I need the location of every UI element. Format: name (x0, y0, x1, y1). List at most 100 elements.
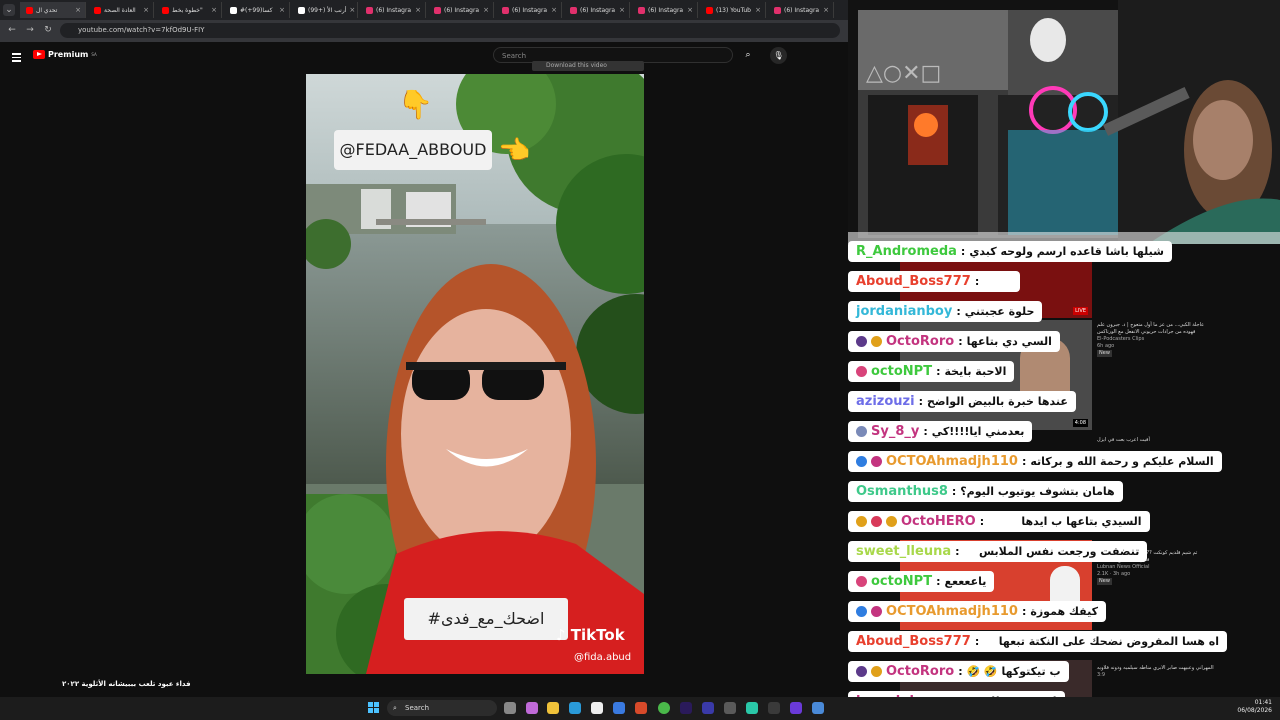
chat-message-text: شيلها باشا قاعده ارسم ولوحه كبدي (969, 245, 1164, 258)
close-tab-icon[interactable]: × (483, 6, 489, 14)
url-field[interactable]: youtube.com/watch?v=7kfOd9U-FIY (60, 23, 840, 38)
forward-icon[interactable]: → (24, 24, 36, 36)
close-tab-icon[interactable]: × (349, 6, 355, 14)
windows-start-icon[interactable] (368, 702, 380, 714)
chat-username[interactable]: OctoHERO (901, 514, 976, 529)
chat-separator: : (979, 515, 985, 528)
chat-separator: : (958, 335, 963, 348)
chat-username[interactable]: octoNPT (871, 574, 932, 589)
tab-title: (6) Instagra (648, 6, 684, 14)
chat-username[interactable]: OctoRoro (886, 664, 954, 679)
chat-username[interactable]: Osmanthus8 (856, 484, 948, 499)
tab-search-button[interactable]: ⌄ (3, 4, 15, 16)
chat-username[interactable]: jordanianboy (856, 304, 952, 319)
app-icon-6[interactable] (790, 702, 802, 714)
close-tab-icon[interactable]: × (415, 6, 421, 14)
chat-message-text: اه هسا المفروض نضحك على النكتة تبعها (998, 635, 1219, 648)
file-explorer-icon[interactable] (547, 702, 559, 714)
chat-username[interactable]: OCTOAhmadjh110 (886, 454, 1018, 469)
close-tab-icon[interactable]: × (143, 6, 149, 14)
task-view-icon[interactable] (504, 702, 516, 714)
chat-message-text: ب تيكتوكها (1001, 665, 1061, 678)
chat-badge-icon (871, 666, 882, 677)
browser-tab[interactable]: #كسا(99+) × (224, 2, 290, 18)
browser-tab[interactable]: العادة الصحة × (88, 2, 154, 18)
logo-text: Premium (48, 50, 89, 59)
close-tab-icon[interactable]: × (619, 6, 625, 14)
video-player[interactable]: @FEDAA_ABBOUD 👇 👈 #اضحك_مع_فدى ♪ TikTok … (306, 74, 644, 674)
chat-message: sweet_lleuna : 😜 تنضفت ورجعت نفس الملابس (848, 541, 1148, 562)
browser-tab[interactable]: (13) YouTub × (700, 2, 766, 18)
chat-message-text: حلوة عجبتني (964, 305, 1035, 318)
app-icon-3[interactable] (724, 702, 736, 714)
store-icon[interactable] (591, 702, 603, 714)
browser-tab[interactable]: (6) Instagra × (632, 2, 698, 18)
browser-tab[interactable]: (99+) أرنب الأ × (292, 2, 358, 18)
youtube-logo[interactable]: Premium SA (33, 50, 97, 59)
chat-badge-icon (856, 666, 867, 677)
edge-icon[interactable] (569, 702, 581, 714)
tab-favicon-icon (706, 6, 713, 14)
search-icon[interactable]: ⌕ (737, 47, 759, 63)
chat-username[interactable]: OCTOAhmadjh110 (886, 604, 1018, 619)
chat-separator: : (1021, 455, 1027, 468)
browser-tab[interactable]: (6) Instagra × (360, 2, 426, 18)
download-video-button[interactable]: Download this video (532, 61, 644, 71)
app-icon-1[interactable] (635, 702, 647, 714)
clock-date: 06/08/2026 (1237, 707, 1272, 714)
app-icon-2[interactable] (702, 702, 714, 714)
chat-username[interactable]: Aboud_Boss777 (856, 274, 971, 289)
chat-separator: : (951, 485, 957, 498)
tab-favicon-icon (94, 6, 101, 14)
app-icon-5[interactable] (768, 702, 780, 714)
browser-tab[interactable]: (6) Instagra × (428, 2, 494, 18)
chat-message: Aboud_Boss777 : 😒 اه هسا المفروض نضحك على… (848, 631, 1227, 652)
premiere-icon[interactable] (680, 702, 692, 714)
browser-tab[interactable]: (6) Instagra × (564, 2, 630, 18)
menu-icon[interactable] (12, 51, 21, 64)
close-tab-icon[interactable]: × (823, 6, 829, 14)
tab-favicon-icon (570, 6, 577, 14)
app-icon-4[interactable] (746, 702, 758, 714)
chat-username[interactable]: OctoRoro (886, 334, 954, 349)
close-tab-icon[interactable]: × (551, 6, 557, 14)
tab-title: (6) Instagra (444, 6, 480, 14)
reload-icon[interactable]: ↻ (42, 24, 54, 36)
hashtag-sticker: #اضحك_مع_فدى (404, 598, 568, 640)
taskbar-search-icon: ⌕ (393, 704, 397, 712)
system-clock[interactable]: 01:41 06/08/2026 (1237, 699, 1272, 715)
chat-separator: : (974, 635, 980, 648)
chat-separator: : (958, 665, 963, 678)
browser-tab[interactable]: (6) Instagra × (768, 2, 834, 18)
mic-icon[interactable]: 🎙 (770, 47, 787, 64)
chat-message: OctoRoro : السي دي بتاعها (848, 331, 1060, 352)
video-title[interactable]: فداء عبود تلعب بببيشانه الأثلوية ٢٠٢٢ (62, 680, 191, 688)
browser-tab[interactable]: (6) Instagra × (496, 2, 562, 18)
chrome-icon[interactable] (658, 702, 670, 714)
back-icon[interactable]: ← (6, 24, 18, 36)
chat-message-text: الاحبة بايخة (944, 365, 1007, 378)
mail-icon[interactable] (613, 702, 625, 714)
tab-title: (6) Instagra (512, 6, 548, 14)
close-tab-icon[interactable]: × (211, 6, 217, 14)
live-chat-overlay: R_Andromeda : شيلها باشا قاعده ارسم ولوح… (848, 241, 1280, 720)
close-tab-icon[interactable]: × (75, 6, 81, 14)
chat-username[interactable]: azizouzi (856, 394, 915, 409)
taskbar-search[interactable]: ⌕ Search (387, 700, 497, 716)
chat-message: OCTOAhmadjh110 : السلام عليكم و رحمة الل… (848, 451, 1222, 472)
browser-tab[interactable]: خطوة بخط" × (156, 2, 222, 18)
chat-message: OctoHERO : 😂 😂 السيدي بتاعها ب ايدها (848, 511, 1150, 532)
chat-username[interactable]: Aboud_Boss777 (856, 634, 971, 649)
app-icon-7[interactable] (812, 702, 824, 714)
browser-tab[interactable]: تحدي ال × (20, 2, 86, 18)
chat-username[interactable]: octoNPT (871, 364, 932, 379)
chat-username[interactable]: Sy_8_y (871, 424, 919, 439)
chat-username[interactable]: R_Andromeda (856, 244, 957, 259)
close-tab-icon[interactable]: × (755, 6, 761, 14)
address-bar: ← → ↻ youtube.com/watch?v=7kfOd9U-FIY (0, 20, 848, 42)
chat-emotes: 😂 😂 (983, 275, 1013, 288)
widgets-icon[interactable] (526, 702, 538, 714)
close-tab-icon[interactable]: × (279, 6, 285, 14)
close-tab-icon[interactable]: × (687, 6, 693, 14)
chat-username[interactable]: sweet_lleuna (856, 544, 951, 559)
